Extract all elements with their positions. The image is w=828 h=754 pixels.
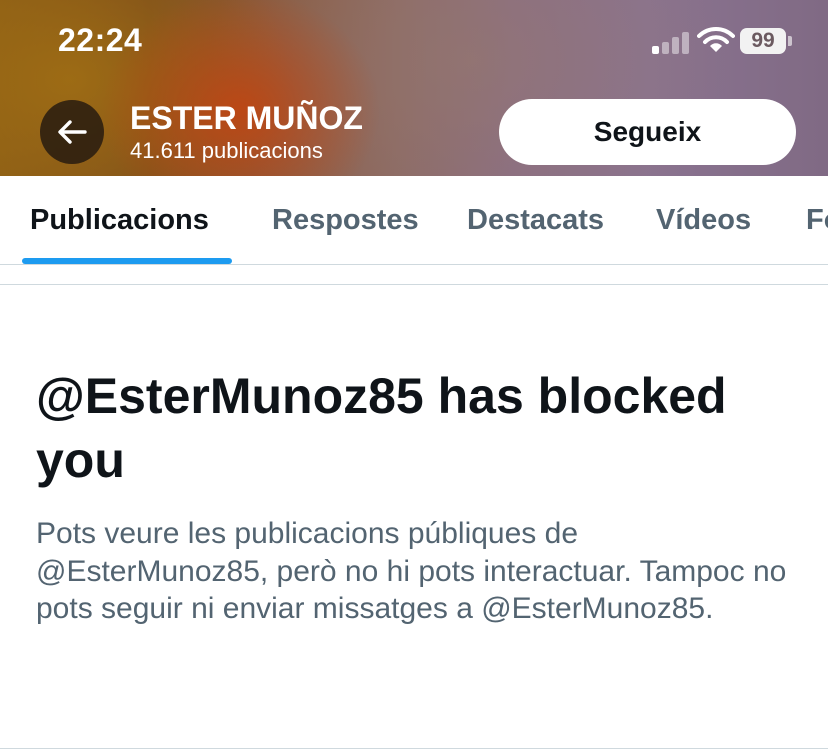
tab-respostes[interactable]: Respostes: [272, 204, 419, 237]
tab-destacats[interactable]: Destacats: [467, 204, 604, 237]
battery-tip: [788, 36, 792, 46]
content-divider: [0, 284, 828, 285]
tab-videos[interactable]: Vídeos: [656, 204, 751, 237]
bottom-divider: [0, 748, 828, 749]
status-time: 22:24: [58, 22, 143, 58]
back-button[interactable]: [40, 100, 104, 164]
post-count: 41.611 publicacions: [130, 138, 323, 163]
follow-button[interactable]: Segueix: [499, 99, 796, 165]
cellular-signal-icon: [652, 30, 690, 54]
profile-name: ESTER MUÑOZ: [130, 100, 363, 136]
tabs-divider: [0, 264, 828, 265]
tab-publicacions[interactable]: Publicacions: [30, 204, 209, 237]
battery-icon: 99: [740, 28, 786, 54]
tab-more[interactable]: Fo: [806, 204, 828, 237]
wifi-icon: [697, 26, 735, 52]
blocked-title: @EsterMunoz85 has blocked you: [36, 368, 727, 488]
arrow-left-icon: [58, 120, 87, 144]
blocked-description: Pots veure les publicacions públiques de…: [36, 517, 787, 625]
profile-tabs: Publicacions Respostes Destacats Vídeos …: [0, 176, 828, 264]
